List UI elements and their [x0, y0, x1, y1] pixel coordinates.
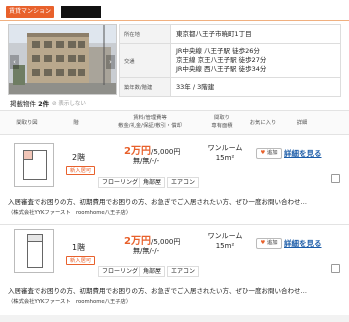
photo-next-arrow-icon[interactable]: › — [106, 55, 115, 69]
feature-tag: フローリング — [98, 266, 143, 277]
floorplan-bath — [23, 150, 33, 160]
col-favorite: お気に入り — [249, 120, 277, 126]
management-fee: /5,000円 — [150, 238, 181, 246]
access-row: 交通 JR中央線 八王子駅 徒歩26分 京王線 京王八王子駅 徒歩27分 JR中… — [120, 44, 340, 78]
add-favorite-label: 追加 — [266, 240, 278, 246]
add-favorite-button[interactable]: ♥ 追加 — [256, 238, 282, 249]
floorplan-image[interactable] — [14, 229, 54, 273]
listing-count-label: 掲載物件 — [10, 100, 36, 108]
add-favorite-button[interactable]: ♥ 追加 — [256, 148, 282, 159]
room-note: 入居審査でお困りの方、初期費用でお困りの方、お急ぎでご入居されたい方、ぜひ一度お… — [8, 287, 307, 295]
age-value: 33年 / 3階建 — [171, 78, 340, 96]
rent-value: 2万円/5,000円 — [124, 232, 180, 247]
add-favorite-label: 追加 — [266, 150, 278, 156]
room-note: 入居審査でお困りの方、初期費用でお困りの方、お急ぎでご入居されたい方、ぜひ一度お… — [8, 198, 307, 206]
feature-tag: フローリング — [98, 177, 143, 188]
building-image — [9, 25, 116, 94]
page-bottom-bar — [0, 315, 349, 322]
agency-name: （株式会社YYKファースト roomhome八王子店） — [8, 299, 132, 305]
new-move-in-badge: 新入居可 — [66, 166, 96, 175]
address-label: 所在地 — [120, 25, 171, 43]
col-rent: 賃料/管理費等 — [133, 115, 167, 121]
redacted-property-name — [61, 6, 101, 18]
address-line: 東京都八王子市暁町1丁目 — [176, 29, 252, 38]
area-value: 15m² — [215, 242, 235, 250]
building-photo[interactable]: ‹ › — [8, 24, 117, 95]
floor-number: 1階 — [72, 243, 86, 252]
rent-value: 2万円/5,000円 — [124, 142, 180, 157]
floorplan-image[interactable] — [14, 143, 54, 187]
listing-count: 掲載物件 2件 — [10, 98, 49, 108]
deposit-value: 無/無/-/- — [133, 157, 160, 165]
layout-type: ワンルーム — [207, 232, 243, 240]
view-details-link[interactable]: 詳細を見る — [284, 238, 322, 249]
access-line: JR中央線 西八王子駅 徒歩34分 — [176, 65, 267, 73]
col-floor: 階 — [73, 120, 79, 126]
address-row: 所在地 東京都八王子市暁町1丁目 — [120, 25, 340, 44]
access-line: 京王線 京王八王子駅 徒歩27分 — [176, 56, 267, 64]
floorplan-bath — [27, 234, 43, 242]
age-label: 築年数/階建 — [120, 78, 171, 96]
listing-column-header: 間取り図 階 賃料/管理費等 敷金/礼金/保証/敷引・償却 間取り 専有面積 お… — [0, 110, 349, 135]
age-line: 33年 / 3階建 — [176, 82, 215, 91]
deposit-value: 無/無/-/- — [133, 247, 160, 255]
feature-tag: 角部屋 — [139, 266, 166, 277]
agency-name: （株式会社YYKファースト roomhome八王子店） — [8, 210, 132, 216]
select-checkbox[interactable] — [331, 174, 340, 183]
access-line: JR中央線 八王子駅 徒歩26分 — [176, 47, 260, 55]
age-row: 築年数/階建 33年 / 3階建 — [120, 78, 340, 96]
access-label: 交通 — [120, 44, 171, 77]
listing-count-value: 2件 — [38, 100, 50, 108]
row-divider — [0, 224, 349, 225]
eye-off-icon: ⊘ — [52, 101, 57, 107]
building-info-table: 所在地 東京都八王子市暁町1丁目 交通 JR中央線 八王子駅 徒歩26分 京王線… — [119, 24, 341, 97]
photo-prev-arrow-icon[interactable]: ‹ — [10, 55, 19, 69]
property-header: 賃貸マンション — [0, 0, 349, 21]
heart-icon: ♥ — [260, 150, 266, 156]
room-row: 2階 新入居可 2万円/5,000円 無/無/-/- ワンルーム 15m² ♥ … — [8, 140, 341, 224]
feature-tag: エアコン — [167, 177, 200, 188]
view-details-link[interactable]: 詳細を見る — [284, 148, 322, 159]
col-layout: 間取り — [214, 115, 230, 121]
col-plan: 間取り図 — [16, 120, 38, 126]
hide-toggle-label: 表示しない — [58, 101, 86, 107]
feature-tag: エアコン — [167, 266, 200, 277]
new-move-in-badge: 新入居可 — [66, 256, 96, 265]
col-layout-sub: 専有面積 — [211, 123, 233, 129]
hide-listings-toggle[interactable]: ⊘ 表示しない — [52, 99, 86, 107]
col-rent-sub: 敷金/礼金/保証/敷引・償却 — [118, 123, 182, 129]
floor-number: 2階 — [72, 153, 86, 162]
area-value: 15m² — [215, 154, 235, 162]
access-value: JR中央線 八王子駅 徒歩26分 京王線 京王八王子駅 徒歩27分 JR中央線 … — [171, 44, 340, 77]
select-checkbox[interactable] — [331, 264, 340, 273]
heart-icon: ♥ — [260, 240, 266, 246]
room-row: 1階 新入居可 2万円/5,000円 無/無/-/- ワンルーム 15m² ♥ … — [8, 228, 341, 312]
layout-type: ワンルーム — [207, 144, 243, 152]
feature-tag: 角部屋 — [139, 177, 166, 188]
property-type-badge: 賃貸マンション — [6, 6, 54, 18]
col-detail: 詳細 — [296, 120, 308, 126]
management-fee: /5,000円 — [150, 148, 181, 156]
address-value: 東京都八王子市暁町1丁目 — [171, 25, 340, 43]
